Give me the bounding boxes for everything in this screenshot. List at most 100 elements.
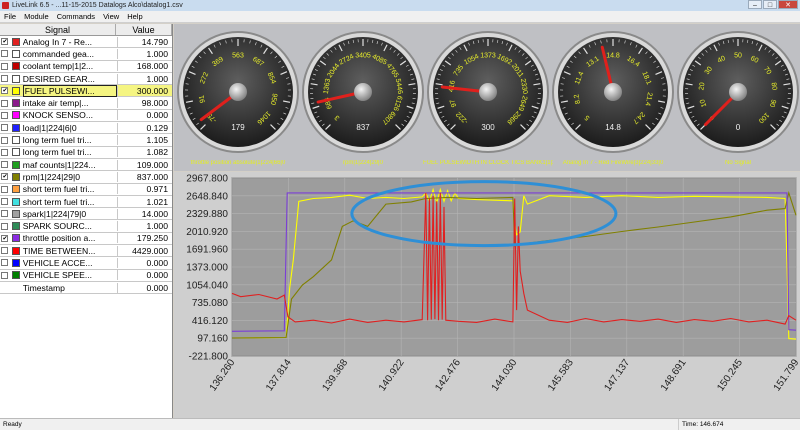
signal-checkbox[interactable] [0, 185, 10, 193]
signal-color-swatch[interactable] [11, 246, 20, 255]
menu-file[interactable]: File [0, 12, 20, 21]
signal-checkbox[interactable] [0, 111, 10, 119]
signal-row[interactable]: SPARK SOURC... 1.000 [0, 220, 172, 233]
signal-row[interactable]: coolant temp|1|2... 168.000 [0, 61, 172, 73]
gauge-dial: -222974167351054 1373 16922011233026492968… [427, 31, 549, 153]
signal-row[interactable]: long term fuel tri... 1.105 [0, 134, 172, 147]
signal-row[interactable]: DESIRED GEAR... 1.000 [0, 73, 172, 86]
gauge-tick-label: 1373 [480, 53, 496, 60]
x-tick-label: 148.691 [659, 357, 689, 393]
signal-name: load|1|224|6|0 [22, 122, 77, 133]
signal-value: 179.250 [116, 233, 172, 244]
signal-color-swatch[interactable] [11, 111, 20, 120]
gauge-label: FUEL PULSEWIDTH IN CLOCK TICS BANK1|1|22… [423, 160, 553, 166]
signal-row[interactable]: commanded gea... 1.000 [0, 48, 172, 61]
signal-value: 0.000 [116, 110, 172, 121]
signal-row[interactable]: KNOCK SENSO... 0.000 [0, 110, 172, 123]
signal-row[interactable]: Timestamp 0.000 [0, 282, 172, 295]
signal-row[interactable]: load|1|224|6|0 0.129 [0, 122, 172, 135]
menu-commands[interactable]: Commands [53, 12, 99, 21]
x-tick-label: 140.922 [377, 357, 407, 393]
signal-name: VEHICLE SPEE... [22, 270, 93, 281]
signal-color-swatch[interactable] [11, 160, 20, 169]
signal-row[interactable]: VEHICLE ACCE... 0.000 [0, 257, 172, 270]
signal-row[interactable]: maf counts|1|224... 109.000 [0, 159, 172, 172]
signal-checkbox[interactable]: ✔ [0, 87, 10, 95]
signal-row[interactable]: ✔ Analog In 7 - Re... 14.790 [0, 36, 172, 49]
status-ready: Ready [3, 421, 22, 428]
signal-checkbox[interactable] [0, 198, 10, 205]
x-tick-label: 145.583 [546, 357, 576, 393]
signal-checkbox[interactable] [0, 210, 10, 218]
signal-row[interactable]: intake air temp|... 98.000 [0, 97, 172, 110]
signal-row[interactable]: spark|1|224|79|0 14.000 [0, 208, 172, 221]
signal-color-swatch[interactable] [11, 209, 20, 218]
signal-row[interactable]: ✔ throttle position a... 179.250 [0, 233, 172, 246]
minimize-button[interactable]: – [748, 0, 762, 9]
signal-checkbox[interactable] [0, 124, 10, 132]
signal-color-swatch[interactable] [12, 284, 20, 292]
signal-value: 1.000 [116, 221, 172, 232]
signal-checkbox[interactable]: ✔ [0, 234, 10, 242]
chart-panel: 2967.800 2648.840 2329.880 2010.920 1691.960… [174, 172, 800, 418]
signal-color-swatch[interactable] [11, 99, 20, 108]
signal-checkbox[interactable] [0, 259, 10, 267]
signal-color-swatch[interactable] [11, 49, 20, 58]
signal-color-swatch[interactable] [11, 197, 20, 206]
signal-color-swatch[interactable] [11, 172, 20, 181]
signal-table-header: Signal Value [0, 24, 172, 36]
signal-color-swatch[interactable] [11, 148, 20, 157]
signal-checkbox[interactable] [0, 271, 10, 279]
signal-checkbox[interactable] [0, 136, 10, 144]
signal-value: 0.000 [116, 282, 172, 293]
gauge-tick-label: 50 [734, 53, 742, 60]
menu-help[interactable]: Help [123, 12, 146, 21]
signal-name: KNOCK SENSO... [22, 110, 93, 121]
signal-color-swatch[interactable] [11, 234, 20, 243]
signal-row[interactable]: long term fuel tri... 1.082 [0, 147, 172, 159]
gauge-tick-label: 3405 [355, 53, 371, 60]
menu-module[interactable]: Module [20, 12, 53, 21]
signal-checkbox[interactable] [0, 75, 10, 83]
signal-row[interactable]: ✔ FUEL PULSEWI... 300.000 [0, 84, 172, 98]
menu-view[interactable]: View [99, 12, 123, 21]
signal-row[interactable]: short term fuel tri... 1.021 [0, 196, 172, 209]
value-column-header[interactable]: Value [116, 24, 172, 35]
signal-checkbox[interactable]: ✔ [0, 38, 10, 46]
signal-row[interactable]: ✔ rpm|1|224|29|0 837.000 [0, 171, 172, 184]
signal-checkbox[interactable] [0, 247, 10, 255]
signal-column-header[interactable]: Signal [0, 24, 116, 35]
close-button[interactable]: ✕ [778, 0, 798, 9]
signal-row[interactable]: short term fuel tri... 0.971 [0, 184, 172, 196]
signal-checkbox[interactable] [0, 222, 10, 230]
signal-checkbox[interactable] [0, 50, 10, 58]
signal-checkbox[interactable]: ✔ [0, 173, 10, 181]
x-tick-label: 147.137 [603, 357, 633, 393]
signal-color-swatch[interactable] [11, 222, 20, 231]
gauge: 01020304050607080901000No Signal [676, 26, 800, 166]
gauge-dial: 3683136320442724 3405 40854765544661266807… [302, 31, 424, 153]
signal-color-swatch[interactable] [11, 271, 20, 280]
gauge-hub [604, 83, 622, 101]
signal-color-swatch[interactable] [11, 62, 20, 71]
signal-row[interactable]: TIME BETWEEN... 4429.000 [0, 245, 172, 258]
signal-color-swatch[interactable] [11, 86, 20, 95]
x-tick-label: 150.245 [715, 357, 745, 393]
menu-bar: File Module Commands View Help [0, 11, 800, 23]
signal-color-swatch[interactable] [11, 185, 20, 194]
signal-color-swatch[interactable] [11, 258, 20, 267]
signal-color-swatch[interactable] [11, 37, 20, 46]
maximize-button[interactable]: □ [763, 0, 777, 9]
gauge-readout: 0 [736, 123, 741, 132]
signal-color-swatch[interactable] [11, 74, 20, 83]
signal-name: SPARK SOURC... [22, 221, 92, 232]
signal-color-swatch[interactable] [11, 123, 20, 132]
signal-checkbox[interactable] [0, 62, 10, 70]
signal-checkbox[interactable] [0, 148, 10, 156]
signal-checkbox[interactable] [0, 161, 10, 169]
signal-color-swatch[interactable] [11, 136, 20, 145]
y-tick-label: 1691.960 [186, 245, 228, 256]
signal-checkbox[interactable] [0, 99, 10, 107]
signal-row[interactable]: VEHICLE SPEE... 0.000 [0, 270, 172, 282]
signal-value: 0.000 [116, 270, 172, 281]
